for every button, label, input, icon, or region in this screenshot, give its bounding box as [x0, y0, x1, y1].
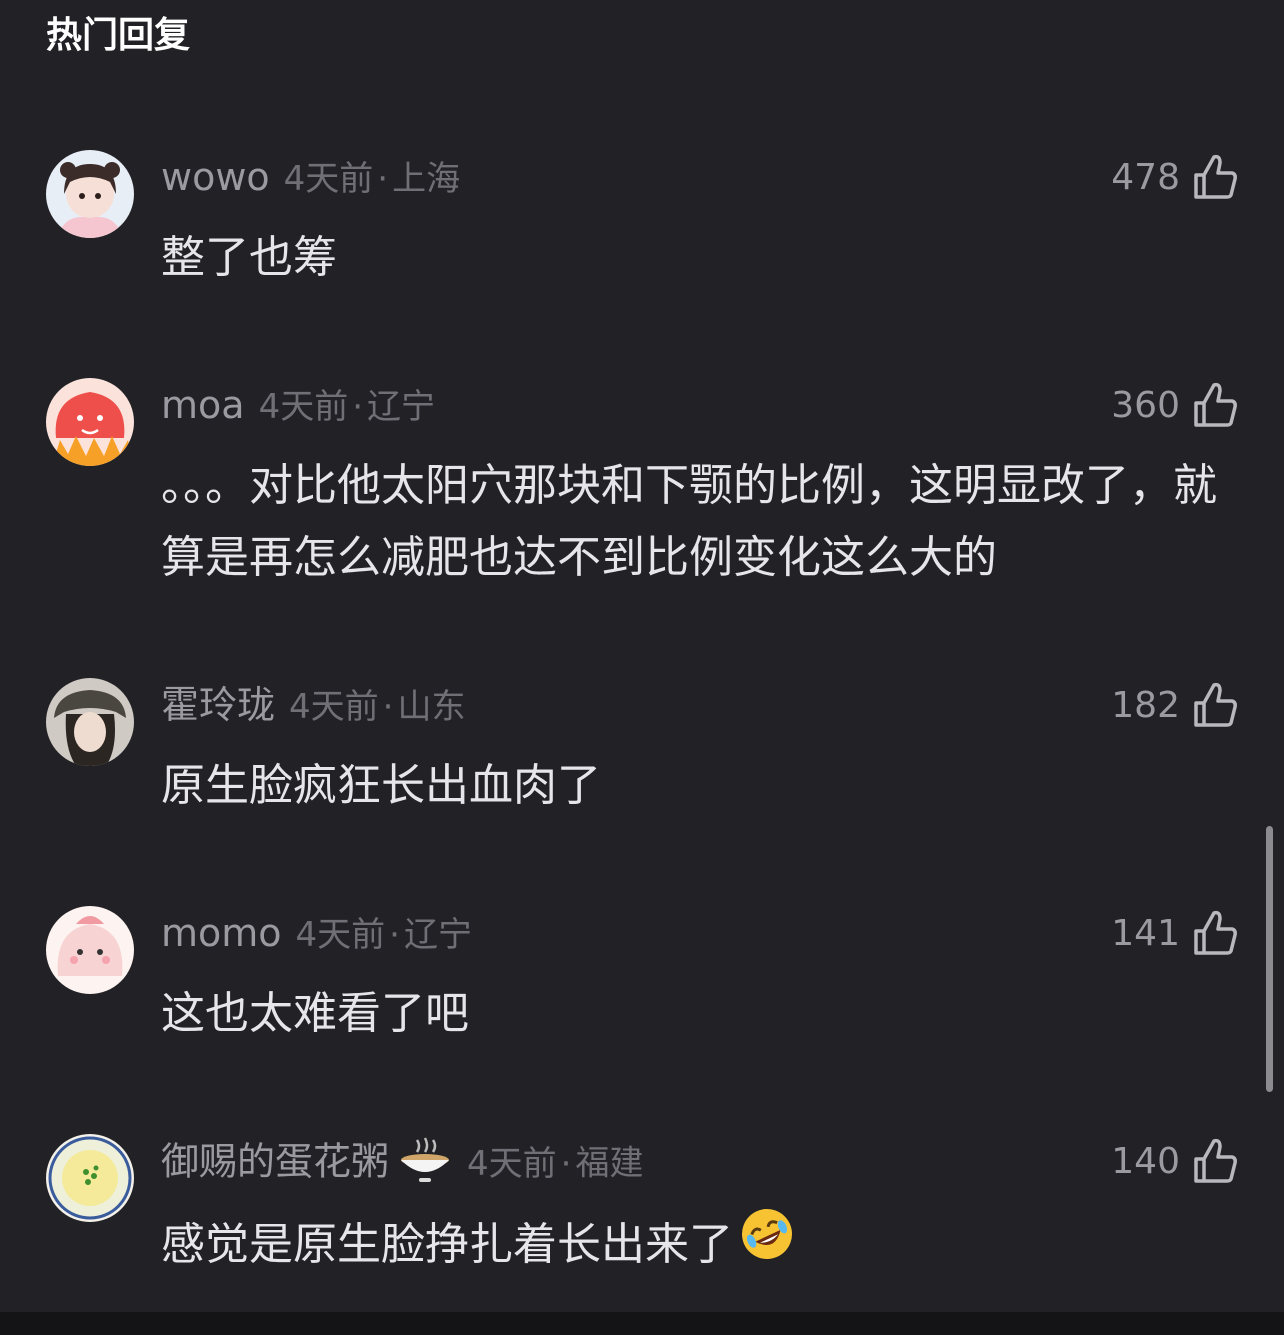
avatar[interactable]	[46, 906, 134, 994]
comment-author[interactable]: moa	[161, 383, 245, 427]
like-button[interactable]: 478	[1111, 152, 1238, 202]
comment-time: 4天前	[289, 687, 379, 727]
comment-meta: wowo 4天前 · 上海	[161, 152, 460, 202]
separator-dot: ·	[377, 159, 389, 199]
like-count: 141	[1111, 912, 1180, 954]
bottom-bar	[0, 1312, 1284, 1335]
comment-text: 原生脸疯狂长出血肉了	[161, 760, 601, 811]
comment-meta: 御赐的蛋花粥 4天前 · 福建	[161, 1136, 643, 1186]
comment-meta: 霍玲珑 4天前 · 山东	[161, 680, 465, 730]
comment-location: 辽宁	[367, 387, 436, 427]
thumbs-up-icon[interactable]	[1192, 1137, 1238, 1185]
comment-text: 这也太难看了吧	[161, 988, 469, 1039]
comment-text: 整了也筹	[161, 232, 337, 283]
like-count: 478	[1111, 156, 1180, 198]
scrollbar[interactable]	[1266, 826, 1273, 1092]
thumbs-up-icon[interactable]	[1192, 909, 1238, 957]
comment-location: 福建	[575, 1143, 644, 1184]
comment-time: 4天前	[467, 1143, 557, 1184]
rolling-laughing-face-icon	[739, 1206, 795, 1284]
like-count: 140	[1111, 1140, 1180, 1182]
like-count: 360	[1111, 384, 1180, 426]
thumbs-up-icon[interactable]	[1192, 681, 1238, 729]
thumbs-up-icon[interactable]	[1192, 381, 1238, 429]
like-count: 182	[1111, 684, 1180, 726]
like-button[interactable]: 141	[1111, 908, 1238, 958]
comment-location: 上海	[392, 159, 461, 199]
comment-location: 山东	[397, 687, 466, 727]
separator-dot: ·	[560, 1143, 572, 1184]
comment-time: 4天前	[295, 915, 386, 955]
comment-time: 4天前	[283, 159, 374, 199]
comment-text: 感觉是原生脸挣扎着长出来了	[161, 1206, 1251, 1284]
comment-author[interactable]: wowo	[161, 155, 270, 199]
comment-location: 辽宁	[403, 915, 472, 955]
avatar[interactable]	[46, 1134, 134, 1222]
avatar[interactable]	[46, 150, 134, 238]
comment-meta: momo 4天前 · 辽宁	[161, 908, 472, 958]
comment-time: 4天前	[258, 387, 349, 427]
comment-author[interactable]: momo	[161, 911, 282, 955]
section-title: 热门回复	[46, 15, 191, 56]
separator-dot: ·	[352, 387, 364, 427]
avatar[interactable]	[46, 678, 134, 766]
rice-bowl-icon	[395, 1136, 453, 1204]
comment-text: 。。。对比他太阳穴那块和下颚的比例，这明显改了，就算是再怎么减肥也达不到比例变化…	[161, 460, 1217, 583]
comment-author[interactable]: 霍玲珑	[161, 683, 275, 727]
comment-author[interactable]: 御赐的蛋花粥	[161, 1140, 389, 1184]
separator-dot: ·	[382, 687, 394, 727]
like-button[interactable]: 140	[1111, 1136, 1238, 1186]
comment-meta: moa 4天前 · 辽宁	[161, 380, 435, 430]
thumbs-up-icon[interactable]	[1192, 153, 1238, 201]
avatar[interactable]	[46, 378, 134, 466]
separator-dot: ·	[389, 915, 400, 955]
comment-text-content: 感觉是原生脸挣扎着长出来了	[161, 1219, 733, 1270]
like-button[interactable]: 182	[1111, 680, 1238, 730]
like-button[interactable]: 360	[1111, 380, 1238, 430]
